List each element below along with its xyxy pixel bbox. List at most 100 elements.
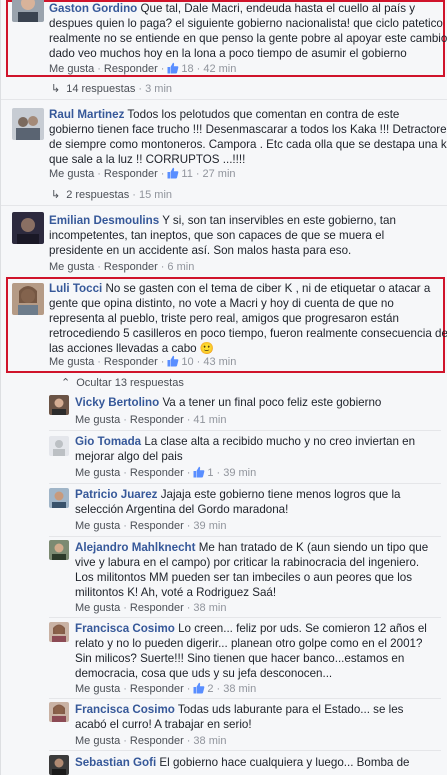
reply-line: selección Argentina del Gordo maradona!	[75, 503, 289, 516]
like-count[interactable]: 1	[193, 466, 214, 479]
comment-author[interactable]: Gaston Gordino	[49, 2, 137, 15]
reply-line: Va a tener un final poco feliz este gobi…	[162, 396, 382, 409]
avatar[interactable]	[49, 755, 69, 775]
reply-author[interactable]: Sebastian Gofi	[75, 756, 156, 769]
reply-line: El gobierno hace cualquiera y luego... B…	[159, 756, 410, 769]
reply-author[interactable]: Francisca Cosimo	[75, 703, 175, 716]
like-button[interactable]: Me gusta	[75, 602, 120, 614]
timestamp[interactable]: 38 min	[193, 602, 226, 614]
comment-body: Emilian Desmoulins Y si, son tan inservi…	[49, 213, 396, 258]
comment-actions: Me gusta · Responder · 18 · 42 min	[49, 62, 237, 75]
like-button[interactable]: Me gusta	[75, 683, 120, 695]
like-button[interactable]: Me gusta	[75, 735, 120, 747]
divider	[1, 99, 447, 100]
timestamp[interactable]: 39 min	[223, 467, 256, 479]
reply-author[interactable]: Patricio Juarez	[75, 488, 157, 501]
comment-line: que sale a la luz !! CORRUPTOS ...!!!!	[49, 153, 246, 166]
like-button[interactable]: Me gusta	[75, 467, 120, 479]
reply-actions: Me gusta · Responder · 1 · 39 min	[75, 466, 257, 479]
comment-line: dado veo muchos hoy en la lona a poco ti…	[49, 47, 407, 60]
reply-button[interactable]: Responder	[130, 683, 184, 695]
timestamp[interactable]: 38 min	[193, 735, 226, 747]
reply-line: Lo creen... feliz por uds. Se comieron 1…	[178, 622, 427, 635]
comment-line: No se gasten con el tema de ciber K , ni…	[105, 282, 431, 295]
reply-line: acabó el curro! A trabajar en serio!	[75, 718, 252, 731]
comment-line: Que tal, Dale Macri, endeuda hasta el cu…	[140, 2, 416, 15]
view-replies-link[interactable]: ↳ 14 respuestas · 3 min	[51, 82, 172, 96]
comments-panel: Gaston Gordino Que tal, Dale Macri, ende…	[0, 0, 447, 775]
reply-author[interactable]: Gio Tomada	[75, 435, 141, 448]
like-count[interactable]: 10	[167, 355, 194, 368]
comment-author[interactable]: Luli Tocci	[49, 282, 102, 295]
reply-button[interactable]: Responder	[104, 261, 158, 273]
reply-body: Francisca Cosimo Todas uds laburante par…	[75, 702, 403, 732]
like-button[interactable]: Me gusta	[49, 356, 94, 368]
reply-actions: Me gusta · Responder · 38 min	[75, 602, 227, 614]
timestamp[interactable]: 42 min	[203, 63, 236, 75]
like-button[interactable]: Me gusta	[75, 520, 120, 532]
reply-line: relato y no lo pueden digerir... planean…	[75, 637, 423, 650]
hide-replies-link[interactable]: ⌃ Ocultar 13 respuestas	[61, 376, 184, 390]
timestamp[interactable]: 38 min	[223, 683, 256, 695]
avatar[interactable]	[49, 436, 69, 456]
divider	[1, 205, 447, 206]
avatar[interactable]	[12, 0, 44, 22]
comment-line: retrocediendo 5 casilleros en poco tiemp…	[49, 327, 447, 340]
reply-arrow-icon: ↳	[51, 189, 61, 201]
divider	[49, 617, 441, 618]
reply-button[interactable]: Responder	[104, 168, 158, 180]
like-button[interactable]: Me gusta	[75, 414, 120, 426]
reply-button[interactable]: Responder	[130, 520, 184, 532]
reply-author[interactable]: Francisca Cosimo	[75, 622, 175, 635]
divider	[49, 483, 441, 484]
like-button[interactable]: Me gusta	[49, 168, 94, 180]
avatar[interactable]	[49, 702, 69, 722]
reply-body: Francisca Cosimo Lo creen... feliz por u…	[75, 621, 427, 681]
reply-actions: Me gusta · Responder · 39 min	[75, 520, 227, 532]
comment-body: Gaston Gordino Que tal, Dale Macri, ende…	[49, 1, 447, 61]
reply-button[interactable]: Responder	[130, 735, 184, 747]
timestamp[interactable]: 41 min	[193, 414, 226, 426]
avatar[interactable]	[49, 540, 69, 560]
reply-body: Gio Tomada La clase alta a recibido much…	[75, 434, 415, 464]
timestamp[interactable]: 43 min	[203, 356, 236, 368]
like-count[interactable]: 11	[167, 167, 193, 180]
reply-button[interactable]: Responder	[130, 602, 184, 614]
comment-line: gobierno tienen face trucho !!! Desenmas…	[49, 123, 447, 136]
reply-button[interactable]: Responder	[130, 467, 184, 479]
reply-actions: Me gusta · Responder · 38 min	[75, 735, 227, 747]
reply-author[interactable]: Vicky Bertolino	[75, 396, 159, 409]
avatar[interactable]	[12, 212, 44, 244]
reply-line: vive y labura en el campo) por criticar …	[75, 556, 420, 569]
reply-line: Todas uds laburante para el Estado... se…	[177, 703, 404, 716]
comment-author[interactable]: Emilian Desmoulins	[49, 214, 159, 227]
reply-actions: Me gusta · Responder · 41 min	[75, 414, 227, 426]
divider	[49, 698, 441, 699]
timestamp[interactable]: 27 min	[203, 168, 236, 180]
reply-arrow-icon: ↳	[51, 83, 61, 95]
thumbs-up-icon	[193, 682, 205, 694]
reply-line: La clase alta a recibido mucho y no creo…	[144, 435, 416, 448]
reply-button[interactable]: Responder	[104, 63, 158, 75]
avatar[interactable]	[49, 488, 69, 508]
like-count[interactable]: 18	[167, 62, 194, 75]
reply-button[interactable]: Responder	[104, 356, 158, 368]
view-replies-link[interactable]: ↳ 2 respuestas · 15 min	[51, 188, 172, 202]
avatar[interactable]	[12, 283, 44, 315]
avatar[interactable]	[49, 395, 69, 415]
avatar[interactable]	[12, 108, 44, 140]
timestamp[interactable]: 6 min	[167, 261, 194, 273]
like-button[interactable]: Me gusta	[49, 63, 94, 75]
reply-button[interactable]: Responder	[130, 414, 184, 426]
comment-line: Y si, son tan inservibles en este gobier…	[162, 214, 396, 227]
reply-line: Los militontos MM pueden ser tan imbecil…	[75, 571, 413, 584]
reply-line: Me han tratado de K (aun siendo un tipo …	[198, 541, 429, 554]
comment-line: presidente en un accidente así. Son malo…	[49, 244, 352, 257]
comment-actions: Me gusta · Responder · 11 · 27 min	[49, 167, 236, 180]
like-button[interactable]: Me gusta	[49, 261, 94, 273]
like-count[interactable]: 2	[193, 682, 214, 695]
timestamp[interactable]: 39 min	[193, 520, 226, 532]
comment-author[interactable]: Raul Martinez	[49, 108, 124, 121]
avatar[interactable]	[49, 622, 69, 642]
reply-author[interactable]: Alejandro Mahlknecht	[75, 541, 195, 554]
